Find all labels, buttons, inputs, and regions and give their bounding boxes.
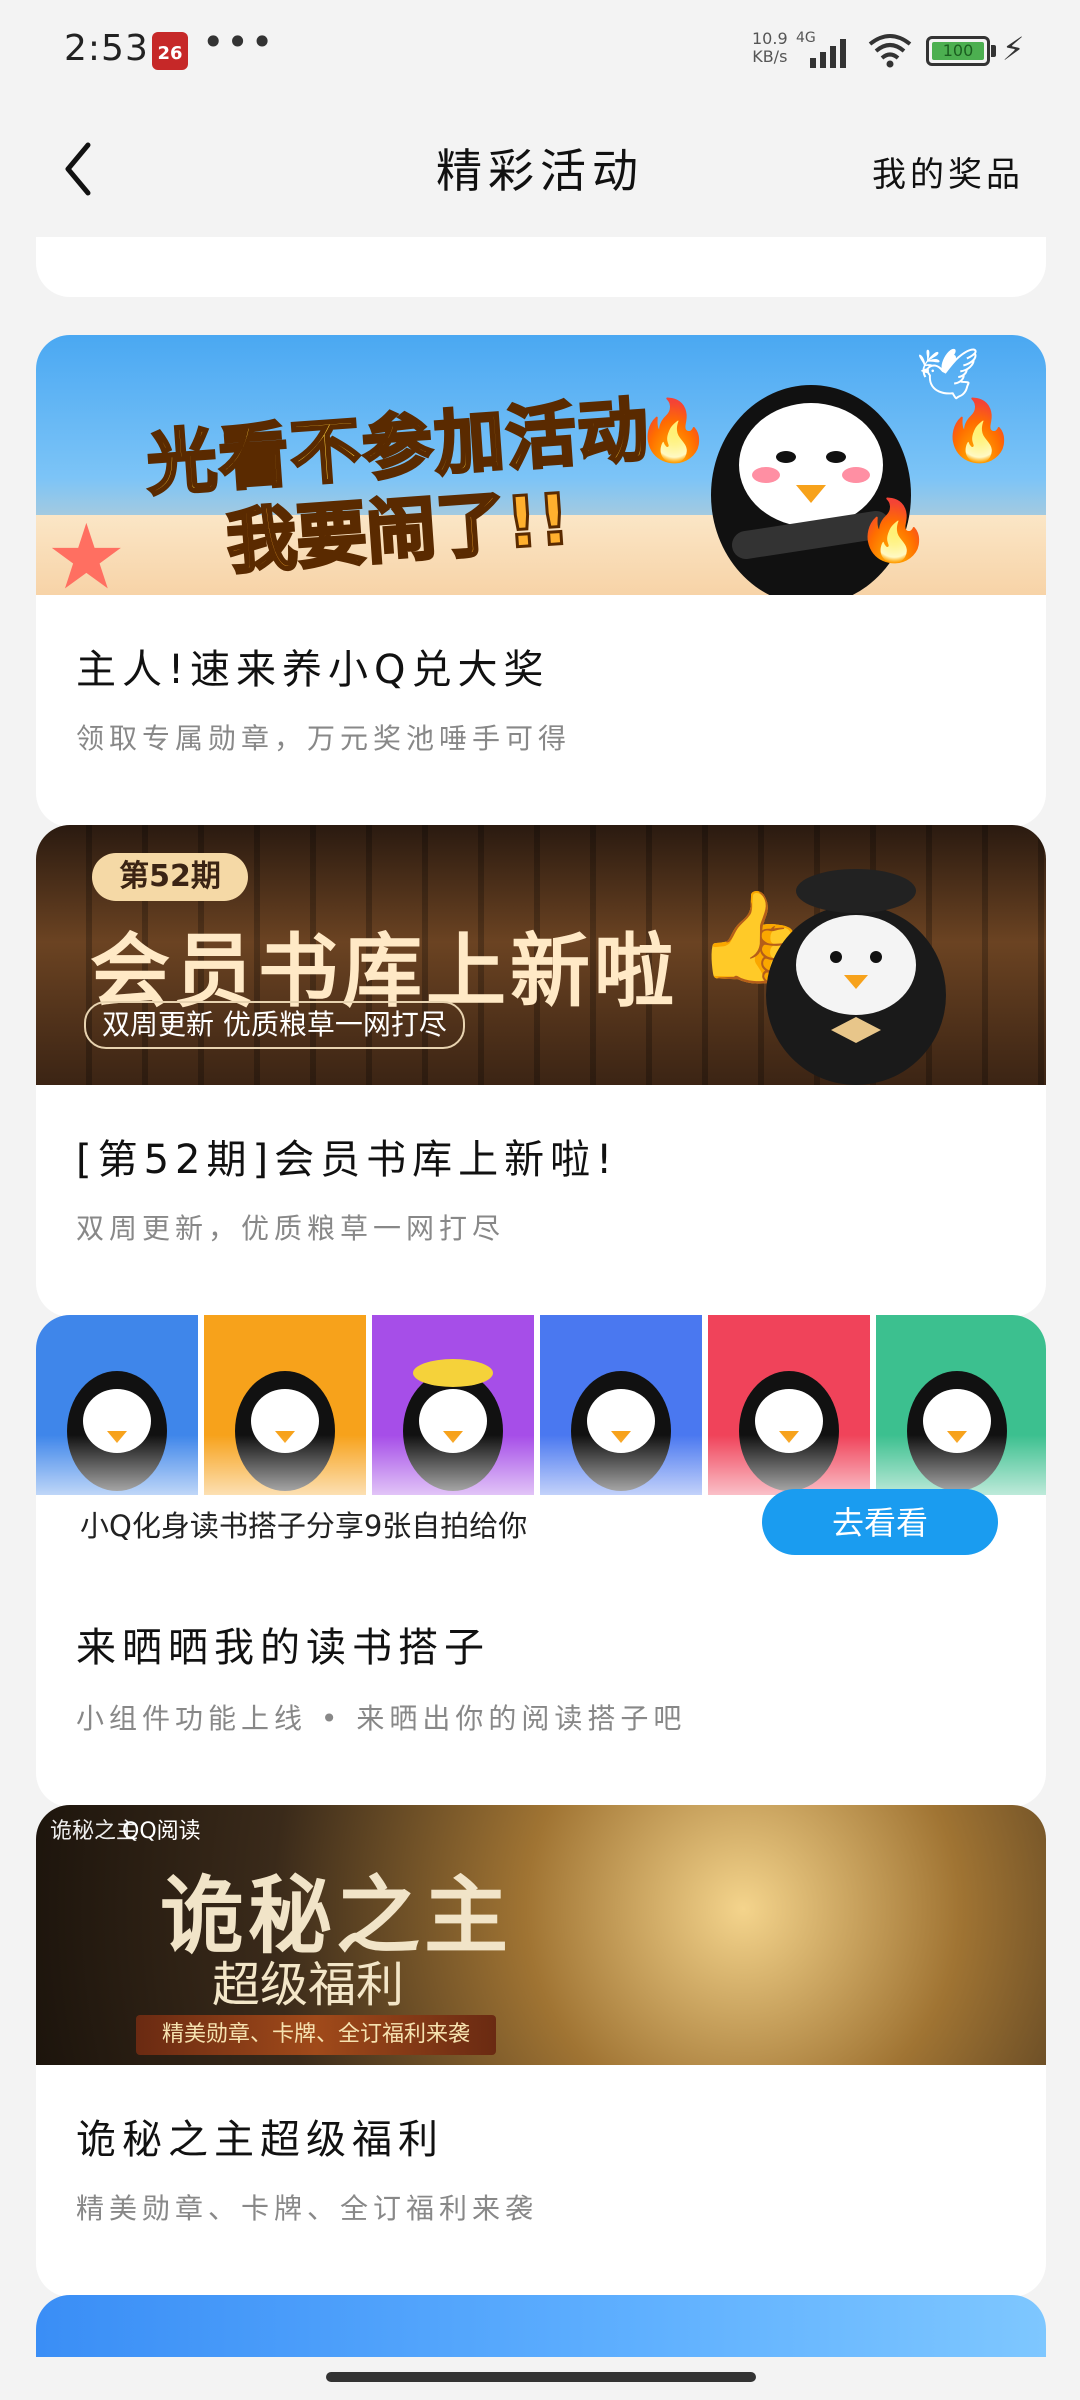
activity-card[interactable]: ★ 光看不参加活动 我要闹了!! 🔥 🔥 🔥 🕊 主人!速来养小Q兑大奖 领取专… <box>36 335 1046 827</box>
battery-icon: 100 <box>926 36 990 66</box>
banner-caption: 小Q化身读书搭子分享9张自拍给你 <box>80 1509 528 1543</box>
flame-icon: 🔥 <box>856 496 931 566</box>
banner-ribbon: 精美勋章、卡牌、全订福利来袭 <box>136 2015 496 2055</box>
more-notifications-icon: ••• <box>202 20 276 64</box>
banner-subheadline: 超级福利 <box>212 1957 405 2013</box>
calendar-app-icon: 26 <box>152 32 188 70</box>
activity-banner[interactable]: 第52期 会员书库上新啦 双周更新 优质粮草一网打尽 👍 <box>36 825 1046 1085</box>
home-indicator[interactable] <box>326 2372 756 2382</box>
activity-banner[interactable] <box>36 2295 1046 2357</box>
card-subtitle: 精美勋章、卡牌、全订福利来袭 <box>76 2192 539 2225</box>
activity-card[interactable] <box>36 2295 1046 2357</box>
status-bar: 2:53 26 ••• 10.9 KB/s 4G 100 ⚡ <box>0 0 1080 105</box>
activity-banner[interactable] <box>36 1315 1046 1495</box>
card-subtitle: 小组件功能上线 • 来晒出你的阅读搭子吧 <box>76 1702 687 1735</box>
app-header: 精彩活动 我的奖品 <box>0 105 1080 237</box>
battery-tip <box>991 45 996 57</box>
charging-icon: ⚡ <box>1002 30 1025 68</box>
speed-value: 10.9 <box>752 29 788 48</box>
flame-icon: 🔥 <box>941 396 1016 466</box>
issue-badge: 第52期 <box>92 853 248 901</box>
battery-level: 100 <box>932 42 984 60</box>
seagull-icon: 🕊 <box>916 345 980 403</box>
card-title: 主人!速来养小Q兑大奖 <box>76 647 550 693</box>
card-title: 来晒晒我的读书搭子 <box>76 1625 490 1671</box>
activity-card[interactable]: 诡秘之主 QQ阅读 诡秘之主 超级福利 精美勋章、卡牌、全订福利来袭 诡秘之主超… <box>36 1805 1046 2297</box>
activity-card-partial[interactable] <box>36 237 1046 297</box>
my-prizes-link[interactable]: 我的奖品 <box>872 147 1024 196</box>
card-subtitle: 双周更新，优质粮草一网打尽 <box>76 1212 506 1245</box>
speed-unit: KB/s <box>752 47 788 66</box>
starfish-icon: ★ <box>46 505 127 595</box>
penguin-mascot-icon <box>766 869 946 1085</box>
activity-list[interactable]: ★ 光看不参加活动 我要闹了!! 🔥 🔥 🔥 🕊 主人!速来养小Q兑大奖 领取专… <box>0 237 1080 2357</box>
activity-card[interactable]: 小Q化身读书搭子分享9张自拍给你 去看看 来晒晒我的读书搭子 小组件功能上线 •… <box>36 1315 1046 1807</box>
activity-banner[interactable]: 诡秘之主 QQ阅读 诡秘之主 超级福利 精美勋章、卡牌、全订福利来袭 <box>36 1805 1046 2065</box>
card-title: 诡秘之主超级福利 <box>76 2117 444 2163</box>
wifi-icon <box>868 34 912 68</box>
activity-card[interactable]: 第52期 会员书库上新啦 双周更新 优质粮草一网打尽 👍 [第52期]会员书库上… <box>36 825 1046 1317</box>
signal-icon <box>810 39 846 68</box>
status-time: 2:53 <box>64 28 149 69</box>
card-subtitle: 领取专属勋章，万元奖池唾手可得 <box>76 722 572 755</box>
qq-reading-logo: QQ阅读 <box>122 1819 201 1844</box>
banner-tagline: 双周更新 优质粮草一网打尽 <box>84 1001 465 1049</box>
card-title: [第52期]会员书库上新啦! <box>76 1137 619 1183</box>
network-speed: 10.9 KB/s <box>752 30 788 66</box>
go-see-button[interactable]: 去看看 <box>762 1489 998 1555</box>
flame-icon: 🔥 <box>636 396 711 466</box>
banner-fade <box>36 1435 1046 1495</box>
activity-banner[interactable]: ★ 光看不参加活动 我要闹了!! 🔥 🔥 🔥 🕊 <box>36 335 1046 595</box>
